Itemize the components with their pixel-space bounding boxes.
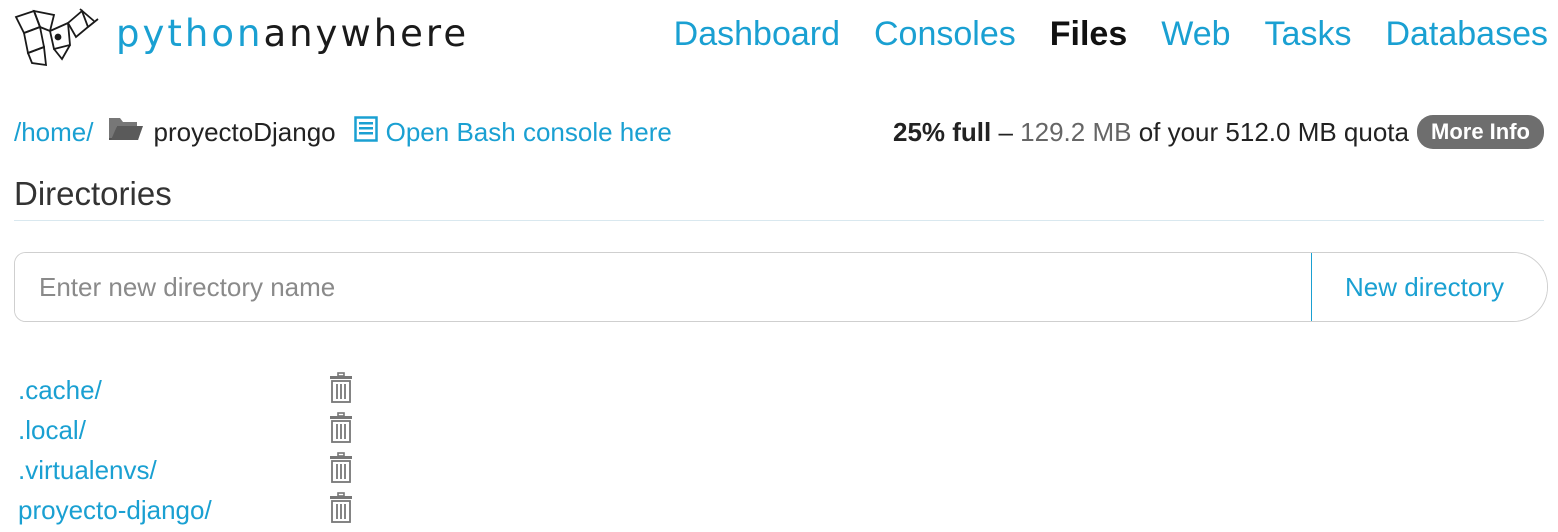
nav-consoles[interactable]: Consoles (874, 10, 1016, 58)
quota-total: 512.0 MB (1225, 116, 1337, 147)
list-item: .cache/ (18, 370, 418, 410)
document-list-icon (353, 115, 378, 149)
nav-web[interactable]: Web (1161, 10, 1230, 58)
pythonanywhere-logo-icon[interactable] (10, 6, 102, 68)
quota-used: 129.2 MB (1020, 116, 1132, 147)
trash-icon[interactable] (328, 451, 354, 489)
brand-part-anywhere: anywhere (263, 12, 470, 55)
main-nav: Dashboard Consoles Files Web Tasks Datab… (674, 10, 1548, 58)
list-item: proyecto-django/ (18, 490, 418, 530)
folder-icon (108, 116, 144, 149)
logo-graphic (14, 8, 99, 67)
breadcrumb-home-link[interactable]: /home/ (14, 117, 94, 148)
quota-percent: 25% full (893, 116, 992, 147)
trash-icon[interactable] (328, 371, 354, 409)
open-bash-console-label: Open Bash console here (385, 116, 672, 147)
directory-link[interactable]: .local/ (18, 415, 328, 446)
directory-link[interactable]: .virtualenvs/ (18, 455, 328, 486)
open-bash-console-link[interactable]: Open Bash console here (353, 115, 672, 149)
section-divider (14, 220, 1544, 221)
directory-list: .cache/ .local/ .virtualenvs/ proyecto-d… (18, 370, 418, 530)
list-item: .virtualenvs/ (18, 450, 418, 490)
quota-text: quota (1336, 116, 1409, 147)
new-directory-form: New directory (14, 252, 1548, 322)
list-item: .local/ (18, 410, 418, 450)
top-header: pythonanywhere Dashboard Consoles Files … (0, 0, 1558, 72)
brand-part-python: python (116, 12, 264, 55)
disk-quota: 25% full – 129.2 MB of your 512.0 MB quo… (893, 112, 1544, 152)
nav-files[interactable]: Files (1050, 10, 1127, 58)
trash-icon[interactable] (328, 411, 354, 449)
more-info-button[interactable]: More Info (1417, 115, 1544, 149)
nav-tasks[interactable]: Tasks (1265, 10, 1352, 58)
directories-heading: Directories (14, 175, 172, 212)
nav-databases[interactable]: Databases (1385, 10, 1548, 58)
new-directory-input[interactable] (15, 253, 1311, 321)
directory-link[interactable]: proyecto-django/ (18, 495, 328, 526)
brand-wordmark[interactable]: pythonanywhere (116, 10, 469, 58)
quota-dash: – (991, 116, 1021, 147)
trash-icon[interactable] (328, 491, 354, 529)
breadcrumb: /home/ proyectoDjango Open Bash console … (14, 112, 672, 152)
new-directory-button[interactable]: New directory (1311, 253, 1547, 321)
breadcrumb-current-dir: proyectoDjango (153, 116, 336, 147)
nav-dashboard[interactable]: Dashboard (674, 10, 840, 58)
directory-link[interactable]: .cache/ (18, 375, 328, 406)
quota-of-text: of your (1131, 116, 1226, 147)
